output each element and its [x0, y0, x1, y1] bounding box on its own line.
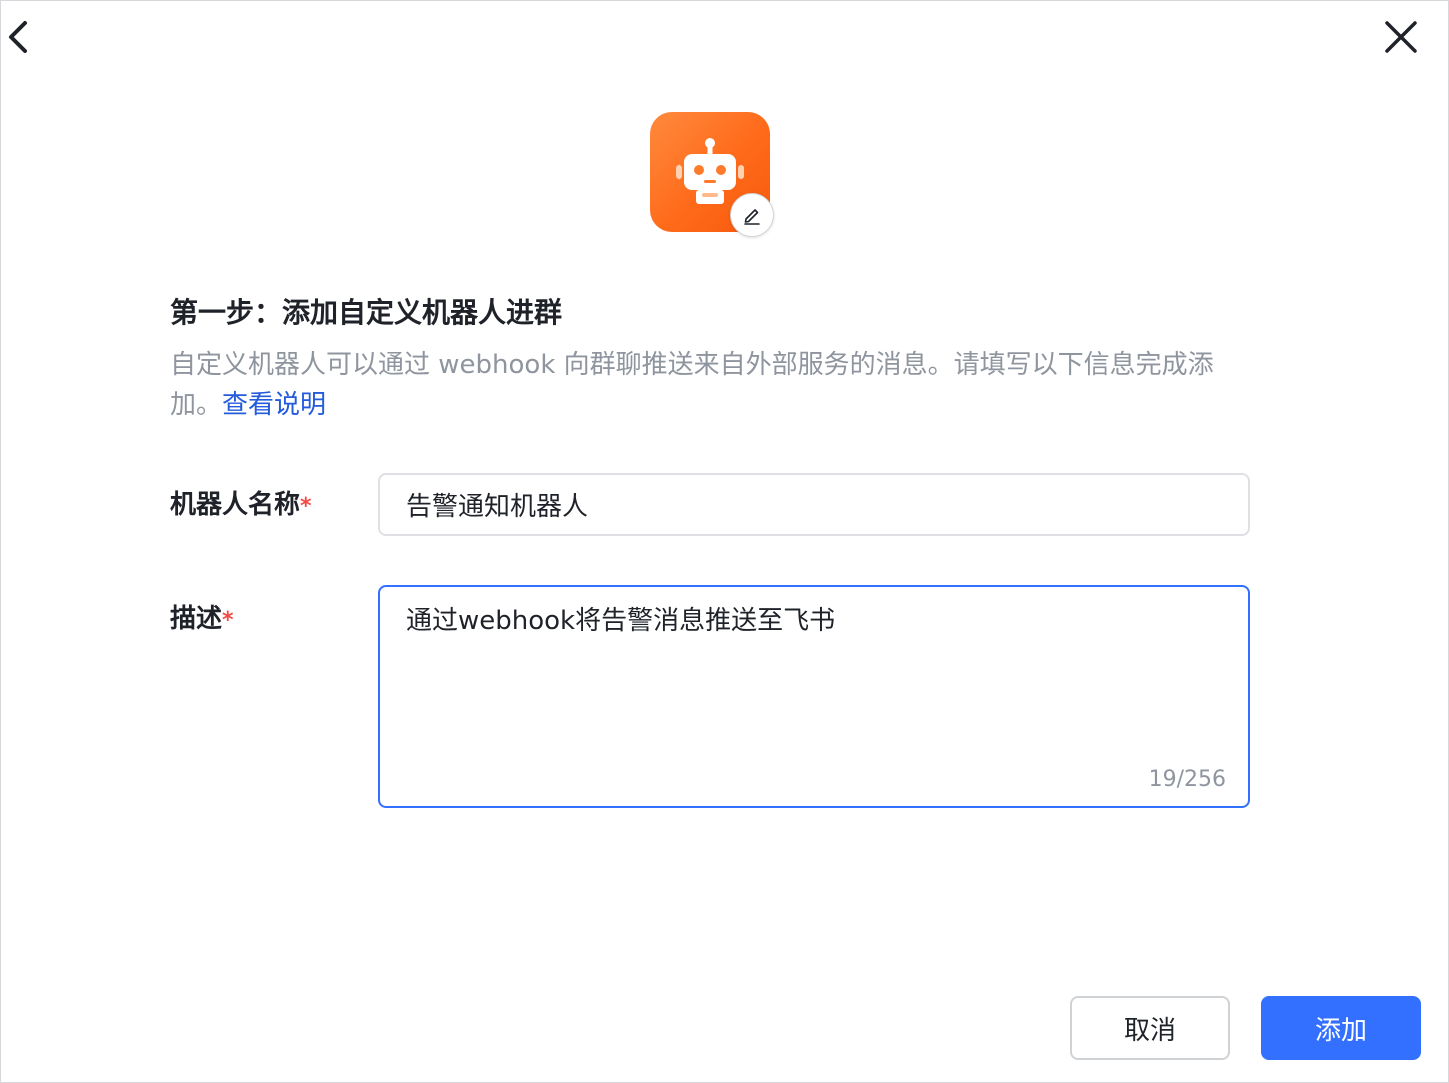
required-mark: * [222, 608, 234, 633]
description-text: 自定义机器人可以通过 webhook 向群聊推送来自外部服务的消息。请填写以下信… [170, 350, 1214, 420]
step-description: 自定义机器人可以通过 webhook 向群聊推送来自外部服务的消息。请填写以下信… [170, 345, 1250, 425]
edit-avatar-button[interactable] [730, 193, 774, 237]
pencil-icon [744, 209, 760, 225]
chevron-left-icon [9, 21, 27, 53]
name-label-text: 机器人名称 [170, 490, 301, 520]
description-field: 通过webhook将告警消息推送至飞书 19/256 [378, 585, 1250, 808]
bot-avatar [650, 112, 778, 242]
bot-name-input[interactable] [378, 473, 1250, 536]
cancel-button[interactable]: 取消 [1070, 996, 1230, 1060]
add-button[interactable]: 添加 [1261, 996, 1421, 1060]
name-label: 机器人名称* [170, 487, 312, 525]
add-bot-dialog: 第一步：添加自定义机器人进群 自定义机器人可以通过 webhook 向群聊推送来… [0, 0, 1449, 1083]
desc-label: 描述* [170, 601, 234, 639]
close-button[interactable] [1381, 17, 1421, 57]
close-icon [1385, 21, 1417, 53]
description-textarea[interactable]: 通过webhook将告警消息推送至飞书 [380, 587, 1248, 757]
required-mark: * [300, 494, 312, 519]
back-button[interactable] [3, 17, 37, 57]
char-counter: 19/256 [1148, 767, 1226, 792]
help-link[interactable]: 查看说明 [222, 390, 326, 420]
step-title: 第一步：添加自定义机器人进群 [170, 296, 563, 329]
desc-label-text: 描述 [170, 604, 223, 634]
